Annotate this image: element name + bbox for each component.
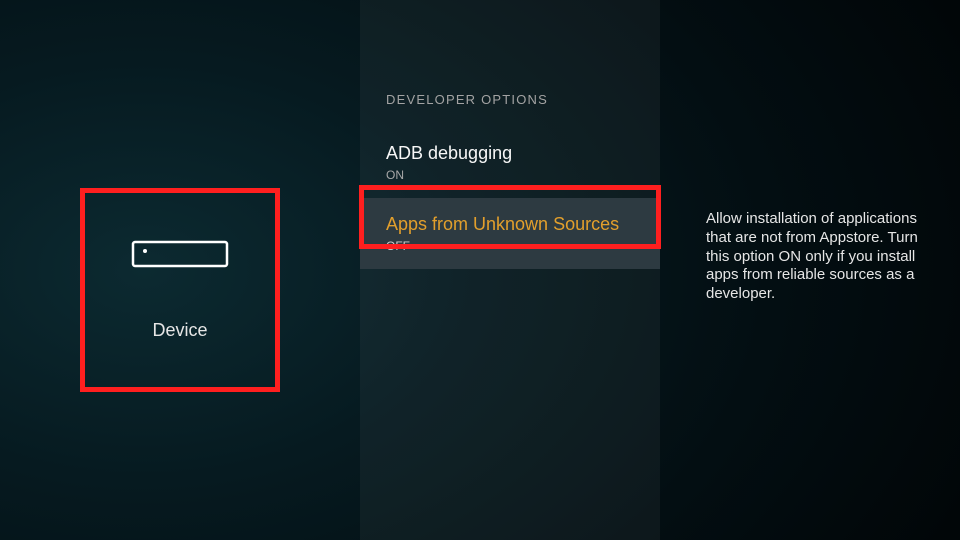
options-column: DEVELOPER OPTIONS ADB debugging ON Apps … xyxy=(360,0,660,540)
option-description: Allow installation of applications that … xyxy=(706,210,924,304)
left-panel: Device xyxy=(0,0,360,540)
option-value: ON xyxy=(386,168,634,182)
section-header: DEVELOPER OPTIONS xyxy=(360,92,660,127)
option-label: Apps from Unknown Sources xyxy=(386,214,634,235)
option-label: ADB debugging xyxy=(386,143,634,164)
device-set-top-box-icon xyxy=(131,240,229,268)
settings-developer-options-screen: Device DEVELOPER OPTIONS ADB debugging O… xyxy=(0,0,960,540)
device-category-label: Device xyxy=(152,320,207,341)
option-adb-debugging[interactable]: ADB debugging ON xyxy=(360,127,660,198)
description-panel: Allow installation of applications that … xyxy=(660,0,960,540)
option-apps-unknown-sources[interactable]: Apps from Unknown Sources OFF xyxy=(360,198,660,269)
option-value: OFF xyxy=(386,239,634,253)
device-category-tile[interactable]: Device xyxy=(80,188,280,392)
